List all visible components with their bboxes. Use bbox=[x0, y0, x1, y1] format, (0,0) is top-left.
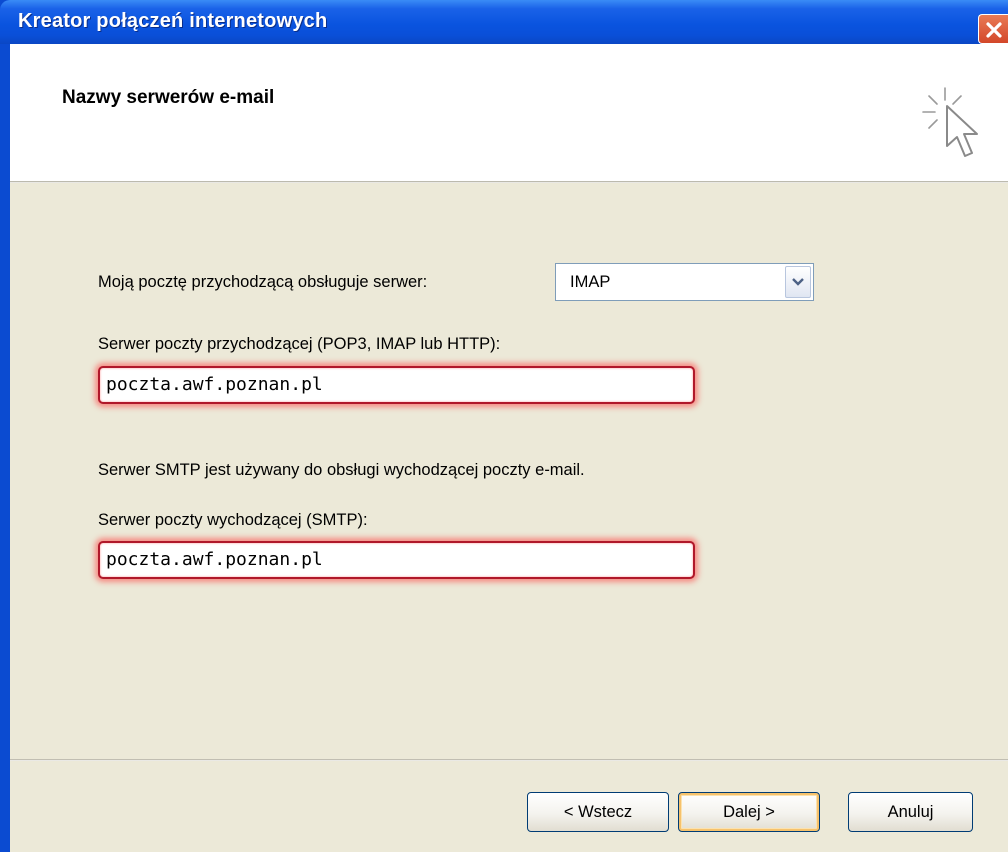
title-bar[interactable]: Kreator połączeń internetowych bbox=[0, 0, 1008, 44]
page-title: Nazwy serwerów e-mail bbox=[62, 87, 275, 108]
chevron-down-icon bbox=[792, 278, 804, 286]
wizard-content: Moją pocztę przychodzącą obsługuje serwe… bbox=[10, 183, 1008, 852]
next-button[interactable]: Dalej > bbox=[678, 792, 820, 832]
outgoing-server-label: Serwer poczty wychodzącej (SMTP): bbox=[98, 511, 368, 529]
close-icon bbox=[986, 22, 1002, 38]
incoming-server-label: Serwer poczty przychodzącej (POP3, IMAP … bbox=[98, 335, 501, 353]
wizard-window: Kreator połączeń internetowych Nazwy ser… bbox=[0, 0, 1008, 852]
wizard-header: Nazwy serwerów e-mail bbox=[10, 44, 1008, 181]
incoming-server-type-select[interactable]: IMAP bbox=[555, 263, 814, 301]
close-button[interactable] bbox=[978, 14, 1008, 44]
footer-divider bbox=[10, 759, 1008, 761]
incoming-type-label: Moją pocztę przychodzącą obsługuje serwe… bbox=[98, 273, 428, 291]
incoming-server-field[interactable]: poczta.awf.poznan.pl bbox=[98, 366, 695, 404]
back-button[interactable]: < Wstecz bbox=[527, 792, 669, 832]
incoming-server-type-value: IMAP bbox=[570, 273, 611, 291]
window-left-border bbox=[0, 44, 10, 852]
cancel-button[interactable]: Anuluj bbox=[848, 792, 973, 832]
wizard-cursor-icon bbox=[922, 87, 978, 157]
smtp-info-text: Serwer SMTP jest używany do obsługi wych… bbox=[98, 461, 585, 479]
incoming-server-value: poczta.awf.poznan.pl bbox=[106, 374, 323, 395]
outgoing-server-field[interactable]: poczta.awf.poznan.pl bbox=[98, 541, 695, 579]
outgoing-server-value: poczta.awf.poznan.pl bbox=[106, 549, 323, 570]
dropdown-button[interactable] bbox=[785, 266, 811, 298]
window-title: Kreator połączeń internetowych bbox=[18, 10, 328, 32]
